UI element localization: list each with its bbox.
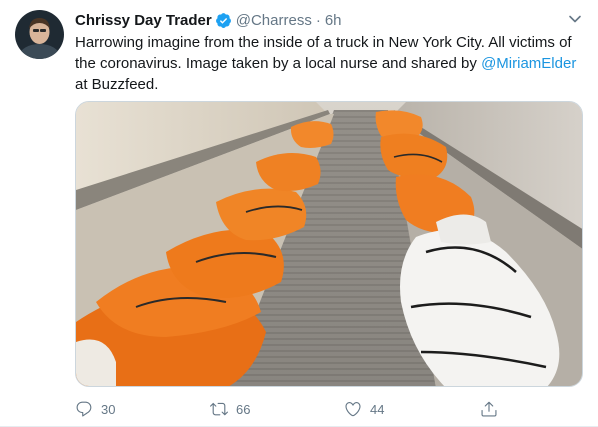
author-name[interactable]: Chrissy Day Trader [75,12,212,29]
tweet[interactable]: Chrissy Day Trader @Charress · 6h Harrow… [0,0,598,427]
like-button[interactable]: 44 [344,397,384,421]
tweet-actions: 30 66 44 [75,397,515,421]
reply-icon [76,401,92,417]
separator-dot: · [315,11,321,29]
chevron-down-icon[interactable] [568,12,582,26]
tweet-text-tail: at Buzzfeed. [75,76,159,93]
truck-interior-photo [76,102,582,386]
reply-count: 30 [101,401,116,417]
avatar[interactable] [15,10,64,59]
retweet-count: 66 [236,401,251,417]
tweet-text: Harrowing imagine from the inside of a t… [75,32,585,95]
heart-icon [345,402,361,417]
author-handle[interactable]: @Charress [236,12,312,29]
verified-badge-icon [215,12,231,28]
share-button[interactable] [480,397,506,421]
tweet-header: Chrissy Day Trader @Charress · 6h [75,10,342,30]
retweet-button[interactable]: 66 [210,397,250,421]
reply-button[interactable]: 30 [75,397,115,421]
tweet-timestamp[interactable]: 6h [325,12,342,29]
share-icon [481,401,497,417]
mention-link[interactable]: @MiriamElder [481,55,576,72]
retweet-icon [210,402,228,416]
like-count: 44 [370,401,385,417]
tweet-media-photo[interactable] [75,101,583,387]
